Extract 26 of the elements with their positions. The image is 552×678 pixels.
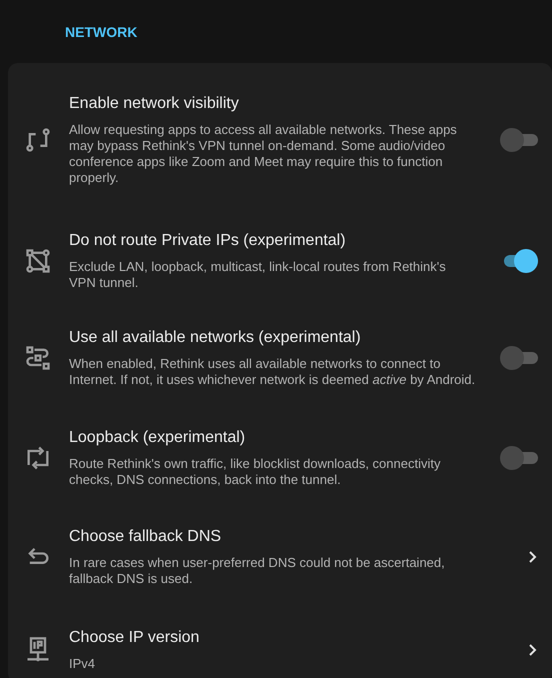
setting-description: Route Rethink's own traffic, like blocklist downloads, connectivity checks, DNS connections, back into the tunnel. xyxy=(69,456,442,488)
setting-row[interactable]: Choose IP version IPv4 xyxy=(8,614,552,678)
section-title: NETWORK xyxy=(64,23,138,42)
setting-title: Loopback (experimental) xyxy=(69,428,246,448)
network-links-icon xyxy=(24,344,52,372)
setting-title: Choose IP version xyxy=(69,628,200,648)
chevron-right-icon xyxy=(528,642,538,657)
setting-title: Use all available networks (experimental) xyxy=(69,328,362,348)
setting-row[interactable]: Use all available networks (experimental) When enabled, Rethink uses all available networks to connect to Internet. If not, it uses whichever network is deemed active by Android. xyxy=(8,314,552,414)
setting-title: Do not route Private IPs (experimental) xyxy=(69,231,347,251)
toggle-switch[interactable] xyxy=(500,128,538,152)
setting-row[interactable]: Choose fallback DNS In rare cases when user-preferred DNS could not be ascertained, fallback DNS is used. xyxy=(8,513,552,614)
chevron-right-icon xyxy=(528,550,538,564)
setting-description: When enabled, Rethink uses all available networks to connect to Internet. If not, it uses whichever network is deemed active by Android. xyxy=(69,356,476,388)
setting-row[interactable]: Do not route Private IPs (experimental) Exclude LAN, loopback, multicast, link-local routes from Rethink's VPN tunnel. xyxy=(8,217,552,314)
setting-title: Choose fallback DNS xyxy=(69,527,222,547)
setting-description: Allow requesting apps to access all available networks. These apps may bypass Rethink's VPN tunnel on-demand. Some audio/video conference apps like Zoom and Meet may require this to function properly. xyxy=(69,122,458,186)
setting-description: In rare cases when user-preferred DNS could not be ascertained, fallback DNS is used. xyxy=(69,555,446,587)
setting-title: Enable network visibility xyxy=(69,94,240,114)
setting-description: Exclude LAN, loopback, multicast, link-local routes from Rethink's VPN tunnel. xyxy=(69,259,447,291)
toggle-switch[interactable] xyxy=(500,346,538,370)
network-nodes-icon xyxy=(24,247,52,275)
setting-row[interactable]: Loopback (experimental) Route Rethink's own traffic, like blocklist downloads, connectivity checks, DNS connections, back into the tunnel. xyxy=(8,414,552,513)
toggle-switch[interactable] xyxy=(500,446,538,470)
network-corner-icon xyxy=(24,126,52,154)
setting-value: IPv4 xyxy=(69,656,96,672)
